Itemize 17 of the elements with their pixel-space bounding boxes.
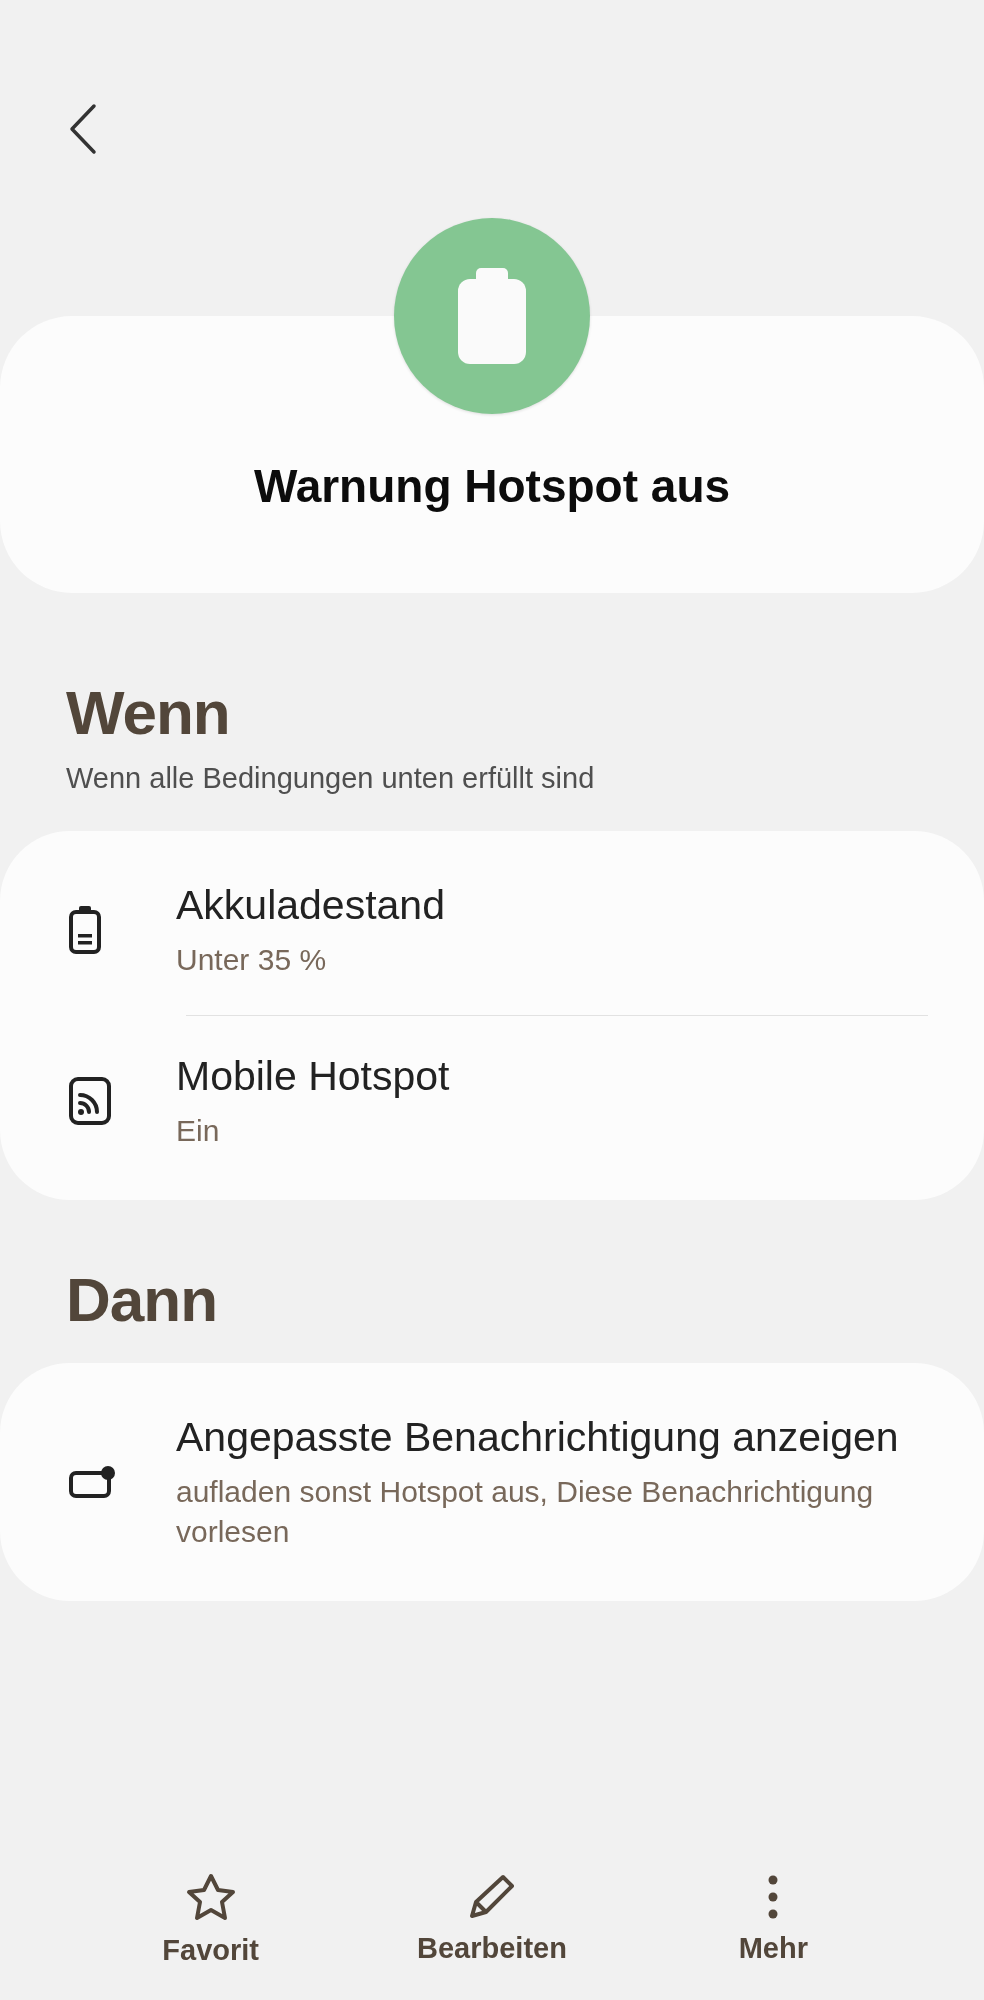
battery-icon (458, 268, 526, 364)
notification-icon (68, 1464, 116, 1499)
hotspot-icon (68, 1075, 112, 1126)
section-heading: Wenn (66, 677, 231, 748)
routine-title: Warnung Hotspot aus (253, 459, 731, 513)
battery-icon (68, 904, 102, 955)
toolbar-button[interactable]: Mehr (653, 1871, 894, 1968)
condition-title: Mobile Hotspot (176, 1051, 450, 1101)
condition-value: Ein (176, 1113, 221, 1150)
action-title: Angepasste Benachrichtigung anzeigen (176, 1412, 900, 1462)
condition-title: Akkuladestand (176, 881, 445, 930)
section-subtitle: Wenn alle Bedingungen unten erfüllt sind (66, 762, 596, 795)
action-value: aufladen sonst Hotspot aus, Diese Benachrichtigung vorlesen (176, 1473, 875, 1551)
toolbar-button[interactable]: Bearbeiten (372, 1871, 612, 1968)
toolbar-button[interactable]: Favorit (90, 1871, 331, 1968)
condition-value: Unter 35 % (176, 942, 328, 979)
section-heading: Dann (66, 1263, 218, 1335)
